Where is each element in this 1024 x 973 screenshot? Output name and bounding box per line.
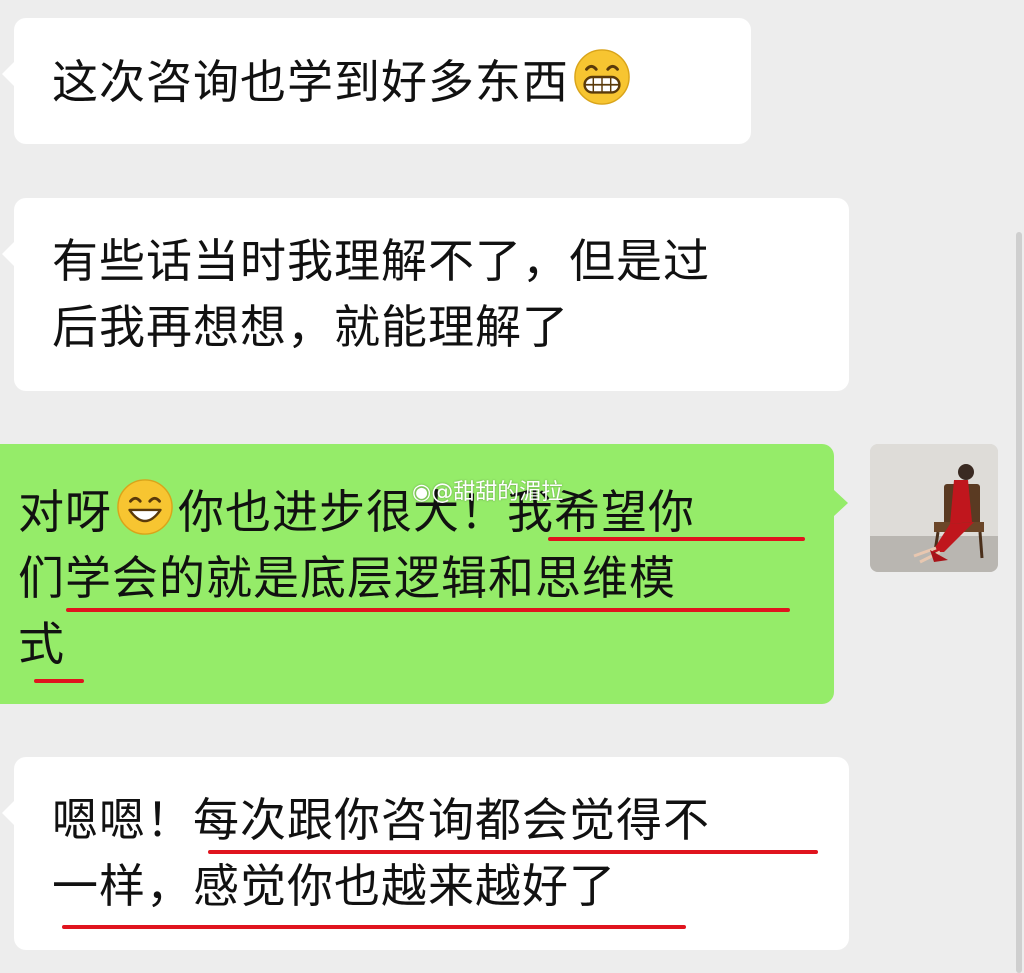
- highlight-underline: [62, 925, 686, 929]
- watermark: ◉@甜甜的湄拉: [412, 474, 563, 506]
- watermark-text: @甜甜的湄拉: [431, 480, 564, 505]
- highlight-underline: [66, 608, 790, 612]
- scrollbar[interactable]: [1016, 232, 1022, 973]
- message-text: 这次咨询也学到好多东西: [52, 55, 569, 109]
- avatar-image: [870, 444, 998, 572]
- grinning-face-emoji-icon: [573, 48, 631, 106]
- avatar[interactable]: [870, 444, 998, 572]
- message-text-line: 一样，感觉你也越来越好了: [52, 859, 616, 913]
- smiling-face-emoji-icon: [116, 478, 174, 536]
- weibo-icon: ◉: [412, 480, 432, 505]
- message-text: 对呀: [18, 485, 112, 539]
- highlight-underline: [208, 850, 818, 854]
- message-text-line: 们学会的就是底层逻辑和思维模: [18, 551, 676, 605]
- message-text-line: 后我再想想，就能理解了: [52, 300, 569, 354]
- message-bubble-incoming[interactable]: 有些话当时我理解不了，但是过 后我再想想，就能理解了: [2, 198, 849, 391]
- message-text-line: 式: [18, 617, 65, 671]
- message-text-line: 有些话当时我理解不了，但是过: [52, 234, 710, 288]
- message-text-line: 嗯嗯！每次跟你咨询都会觉得不: [52, 793, 710, 847]
- highlight-underline: [548, 537, 805, 541]
- message-bubble-incoming[interactable]: 这次咨询也学到好多东西: [2, 18, 751, 144]
- highlight-underline: [34, 679, 84, 683]
